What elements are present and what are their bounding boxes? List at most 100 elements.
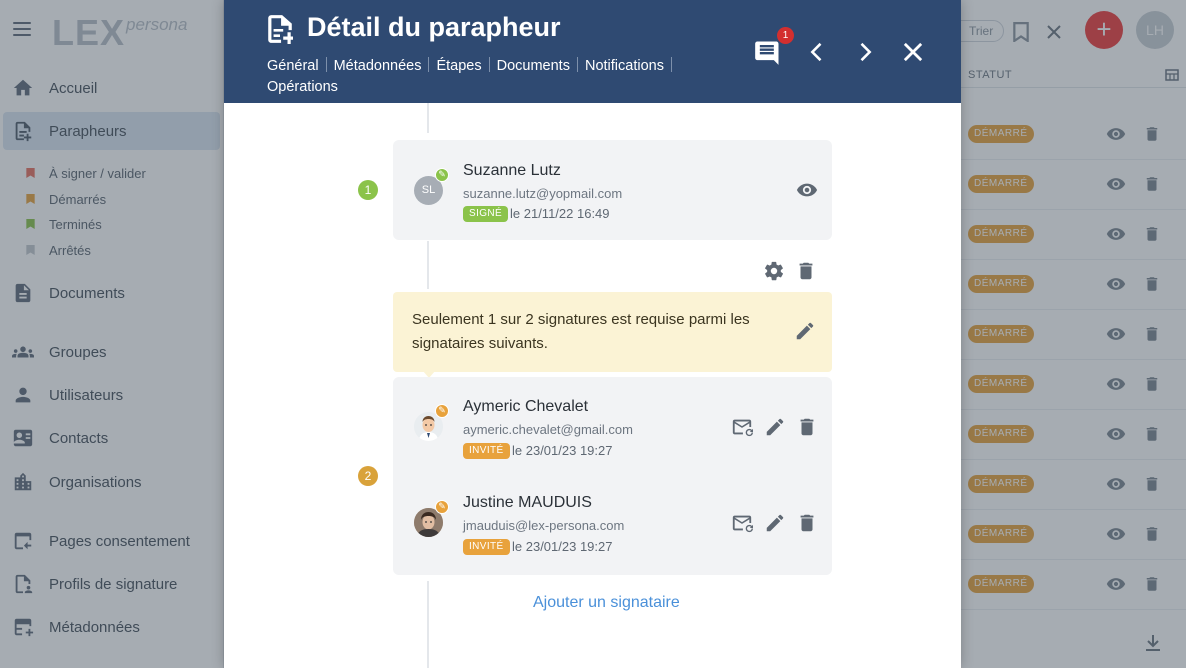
- pencil-icon[interactable]: [794, 320, 816, 342]
- sidebar-subitem-label: Arrêtés: [49, 242, 91, 258]
- status-badge: INVITÉ: [463, 539, 510, 555]
- table-row[interactable]: DÉMARRÉ: [960, 410, 1186, 460]
- status-badge: DÉMARRÉ: [968, 325, 1034, 343]
- sidebar-item-label: Pages consentement: [49, 532, 190, 550]
- table-row[interactable]: DÉMARRÉ: [960, 260, 1186, 310]
- metadata-table-icon: [14, 618, 34, 637]
- status-date: le 21/11/22 16:49: [510, 206, 610, 221]
- table-row[interactable]: DÉMARRÉ: [960, 310, 1186, 360]
- pencil-icon[interactable]: [764, 512, 786, 534]
- table-row[interactable]: DÉMARRÉ: [960, 210, 1186, 260]
- tab-operations[interactable]: Opérations: [267, 79, 338, 95]
- table-row[interactable]: DÉMARRÉ: [960, 160, 1186, 210]
- column-header-statut[interactable]: STATUT: [968, 69, 1012, 81]
- consent-page-icon: [14, 532, 32, 550]
- building-icon: [14, 472, 32, 491]
- trash-icon[interactable]: [1143, 224, 1161, 244]
- table-row[interactable]: DÉMARRÉ: [960, 360, 1186, 410]
- eye-icon[interactable]: [1106, 174, 1126, 194]
- comment-icon[interactable]: [754, 38, 782, 66]
- document-icon: [15, 283, 31, 303]
- trash-icon[interactable]: [1143, 274, 1161, 294]
- signer-name: Justine MAUDUIS: [463, 494, 592, 511]
- sidebar-item-accueil[interactable]: Accueil: [0, 69, 224, 107]
- sidebar-item-organisations[interactable]: Organisations: [0, 463, 224, 501]
- app-logo: LEX persona: [52, 12, 187, 54]
- sidebar-item-metadonnees[interactable]: Métadonnées: [0, 608, 224, 646]
- download-icon[interactable]: [1145, 634, 1161, 652]
- trash-icon[interactable]: [1143, 474, 1161, 494]
- tab-general[interactable]: Général: [267, 58, 319, 74]
- resend-mail-icon[interactable]: [731, 416, 753, 438]
- eye-icon[interactable]: [1106, 224, 1126, 244]
- status-badge: DÉMARRÉ: [968, 375, 1034, 393]
- table-row[interactable]: DÉMARRÉ: [960, 560, 1186, 610]
- eye-icon[interactable]: [1106, 424, 1126, 444]
- sidebar-item-pages-consentement[interactable]: Pages consentement: [0, 522, 224, 560]
- close-icon[interactable]: [899, 38, 927, 66]
- table-row[interactable]: DÉMARRÉ: [960, 510, 1186, 560]
- status-badge: DÉMARRÉ: [968, 125, 1034, 143]
- bookmark-grey-icon: [26, 245, 35, 255]
- person-icon: [15, 387, 31, 403]
- tab-metadonnees[interactable]: Métadonnées: [334, 58, 422, 74]
- columns-icon[interactable]: [1165, 69, 1179, 81]
- gear-icon[interactable]: [763, 260, 785, 282]
- eye-icon[interactable]: [1106, 274, 1126, 294]
- trash-icon[interactable]: [1143, 374, 1161, 394]
- hamburger-menu-icon[interactable]: [13, 22, 31, 38]
- contact-card-icon: [13, 429, 33, 447]
- sidebar-item-utilisateurs[interactable]: Utilisateurs: [0, 376, 224, 414]
- trash-icon[interactable]: [1143, 524, 1161, 544]
- status-badge: DÉMARRÉ: [968, 525, 1034, 543]
- sidebar-item-parapheurs[interactable]: Parapheurs: [3, 112, 220, 150]
- trash-icon[interactable]: [1143, 124, 1161, 144]
- tab-etapes[interactable]: Étapes: [436, 58, 481, 74]
- timeline-line: [427, 241, 429, 289]
- avatar-initials: SL: [421, 184, 436, 196]
- tab-documents[interactable]: Documents: [497, 58, 570, 74]
- user-initials: LH: [1146, 22, 1164, 38]
- sidebar-item-label: Parapheurs: [49, 122, 127, 140]
- resend-mail-icon[interactable]: [731, 512, 753, 534]
- clear-filter-icon[interactable]: [1046, 24, 1062, 40]
- trash-icon[interactable]: [1143, 174, 1161, 194]
- signer-name: Suzanne Lutz: [463, 162, 561, 179]
- eye-icon[interactable]: [1106, 574, 1126, 594]
- tab-notifications[interactable]: Notifications: [585, 58, 664, 74]
- add-signer-link[interactable]: Ajouter un signataire: [533, 594, 680, 612]
- sidebar-item-profils-signature[interactable]: Profils de signature: [0, 565, 224, 603]
- eye-icon[interactable]: [1106, 124, 1126, 144]
- trash-icon[interactable]: [1143, 324, 1161, 344]
- next-chevron-icon[interactable]: [851, 38, 879, 66]
- sidebar-item-documents[interactable]: Documents: [0, 274, 224, 312]
- table-row[interactable]: DÉMARRÉ: [960, 460, 1186, 510]
- bookmark-filter-icon[interactable]: [1012, 22, 1030, 42]
- user-avatar[interactable]: LH: [1136, 11, 1174, 49]
- status-badge: DÉMARRÉ: [968, 575, 1034, 593]
- eye-icon[interactable]: [1106, 324, 1126, 344]
- signature-profile-icon: [15, 574, 33, 594]
- status-badge: INVITÉ: [463, 443, 510, 459]
- eye-icon[interactable]: [1106, 374, 1126, 394]
- tab-separator: [670, 57, 672, 72]
- trash-icon[interactable]: [796, 416, 818, 438]
- trash-icon[interactable]: [1143, 424, 1161, 444]
- status-badge: DÉMARRÉ: [968, 475, 1034, 493]
- trash-icon[interactable]: [1143, 574, 1161, 594]
- trash-icon[interactable]: [796, 512, 818, 534]
- sidebar-item-label: Documents: [49, 284, 125, 302]
- pencil-icon[interactable]: [764, 416, 786, 438]
- table-row[interactable]: DÉMARRÉ: [960, 110, 1186, 160]
- eye-icon[interactable]: [1106, 524, 1126, 544]
- sidebar-item-contacts[interactable]: Contacts: [0, 419, 224, 457]
- eye-icon[interactable]: [796, 179, 818, 201]
- sidebar-item-label: Organisations: [49, 473, 142, 491]
- bookmark-orange-icon: [26, 194, 35, 204]
- timeline-line: [427, 103, 429, 133]
- trash-icon[interactable]: [795, 260, 817, 282]
- add-parapheur-button[interactable]: +: [1085, 11, 1123, 49]
- previous-chevron-icon[interactable]: [803, 38, 831, 66]
- eye-icon[interactable]: [1106, 474, 1126, 494]
- sidebar-item-groupes[interactable]: Groupes: [0, 333, 224, 371]
